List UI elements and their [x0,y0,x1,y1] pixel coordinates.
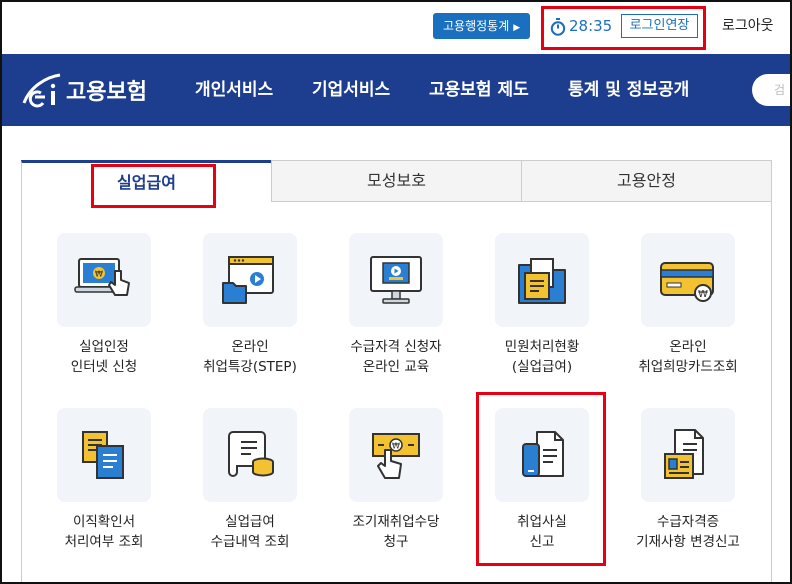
nav-stats-disclosure[interactable]: 통계 및 정보공개 [568,78,689,102]
service-online-step-lecture[interactable]: 온라인 취업특강(STEP) [180,233,320,377]
monitor-play-icon [349,233,443,327]
main-nav: 고용보험 개인서비스 기업서비스 고용보험 제도 통계 및 정보공개 검 [2,54,792,126]
service-applicant-online-education[interactable]: 수급자격 신청자 온라인 교육 [326,233,466,377]
card-won-icon: ₩ [641,233,735,327]
service-online-unemployment-recognition[interactable]: ₩ 실업인정 인터넷 신청 [34,233,174,377]
svg-text:₩: ₩ [698,289,708,300]
svg-text:₩: ₩ [95,270,103,279]
service-job-hope-card-inquiry[interactable]: ₩ 온라인 취업희망카드조회 [618,233,758,377]
service-label: 온라인 취업특강(STEP) [203,339,297,375]
tab-maternity-protection[interactable]: 모성보호 [271,160,522,202]
svg-text:₩: ₩ [392,442,400,451]
certificate-edit-icon [641,408,735,502]
service-label: 이직확인서 처리여부 조회 [64,514,144,550]
session-timer: 28:35 [569,17,613,35]
banknote-hand-icon: ₩ [349,408,443,502]
documents-icon [57,408,151,502]
active-tab-highlight [91,164,216,208]
search-placeholder: 검 [774,83,786,97]
folder-document-icon [495,233,589,327]
laptop-hand-icon: ₩ [57,233,151,327]
service-certificate-change-report[interactable]: 수급자격증 기재사항 변경신고 [618,408,758,552]
service-label: 온라인 취업희망카드조회 [638,339,738,375]
nav-business-services[interactable]: 기업서비스 [312,78,390,102]
nav-personal-services[interactable]: 개인서비스 [195,78,273,102]
employment-stats-button[interactable]: 고용행정통계 ▶ [433,13,531,39]
service-label: 민원처리현황 (실업급여) [504,339,580,375]
service-label: 수급자격 신청자 온라인 교육 [350,339,442,375]
video-folder-icon [203,233,297,327]
service-benefit-history-inquiry[interactable]: 실업급여 수급내역 조회 [180,408,320,552]
stopwatch-icon [550,18,566,36]
tab-employment-stability[interactable]: 고용안정 [521,160,772,202]
service-label: 조기재취업수당 청구 [352,514,440,550]
service-civil-complaint-status[interactable]: 민원처리현황 (실업급여) [472,233,612,377]
service-label: 실업급여 수급내역 조회 [210,514,290,550]
service-early-reemployment-allowance[interactable]: ₩ 조기재취업수당 청구 [326,408,466,552]
logout-link[interactable]: 로그아웃 [722,15,774,37]
site-logo[interactable]: 고용보험 [20,68,147,112]
service-separation-confirmation-inquiry[interactable]: 이직확인서 처리여부 조회 [34,408,174,552]
search-input[interactable]: 검 [752,74,792,106]
extend-login-button[interactable]: 로그인연장 [621,14,698,38]
nav-insurance-system[interactable]: 고용보험 제도 [429,78,529,102]
service-label: 수급자격증 기재사항 변경신고 [636,514,740,550]
employment-stats-label: 고용행정통계 [443,19,510,33]
employment-fact-report-highlight [476,392,606,566]
chevron-right-icon: ▶ [513,23,521,33]
ei-logo-icon [22,73,61,108]
logo-text: 고용보험 [66,80,147,105]
scroll-coins-icon [203,408,297,502]
service-label: 실업인정 인터넷 신청 [70,339,138,375]
